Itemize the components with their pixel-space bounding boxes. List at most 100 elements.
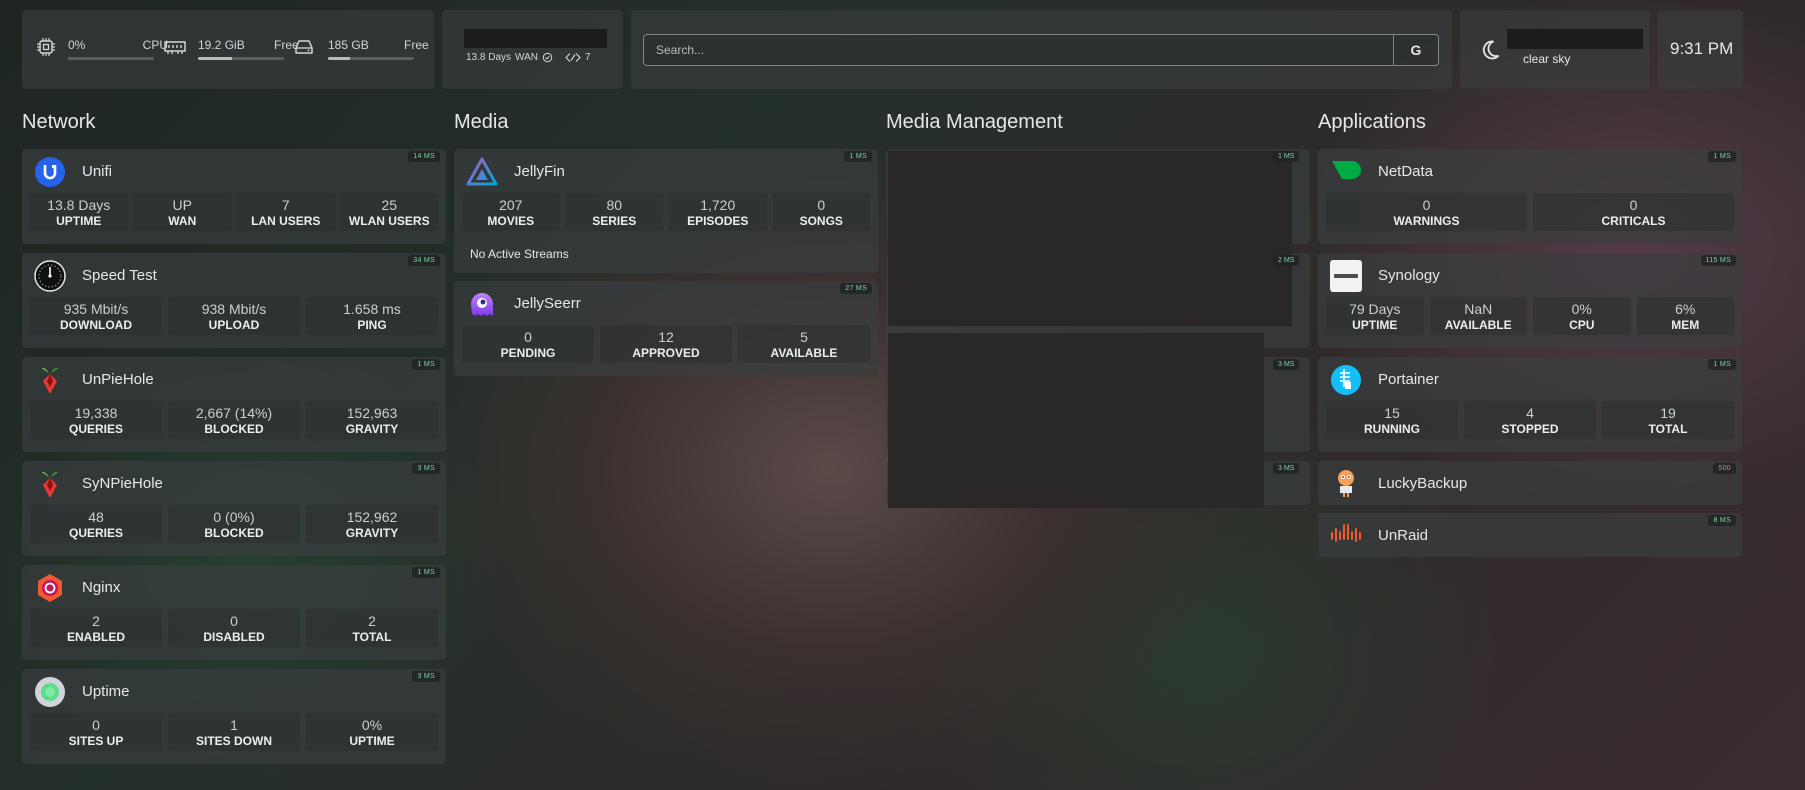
resources-widget: 0% CPU 19.2 GiB Free 185 GB Free [22, 10, 434, 89]
stat-label: DOWNLOAD [60, 318, 132, 332]
stat-block: 152,962 GRAVITY [306, 505, 438, 543]
service-card-jellyseerr[interactable]: JellySeerr 27 MS 0 PENDING 12 APPROVED 5 AV… [454, 281, 878, 376]
service-card-unifi[interactable]: Unifi 14 MS 13.8 Days UPTIME UP WAN 7 LAN U… [22, 149, 446, 244]
service-card-jellyfin[interactable]: JellyFin 1 MS 207 MOVIES 80 SERIES 1,720 EP… [454, 149, 878, 273]
stat-label: QUERIES [68, 526, 123, 540]
response-time-badge: 1 MS [1273, 151, 1300, 162]
response-time-badge: 500 [1713, 463, 1736, 474]
stat-value: 0 [524, 329, 532, 345]
service-stats: 207 MOVIES 80 SERIES 1,720 EPISODES 0 SONGS [462, 193, 870, 231]
service-card-synpiehole[interactable]: SyNPieHole 3 MS 48 QUERIES 0 (0%) BLOCKED … [22, 461, 446, 556]
search-input[interactable] [644, 35, 1396, 65]
disk-label: Free [404, 38, 429, 52]
memory-icon [164, 41, 186, 54]
stat-value: 2 [368, 613, 376, 629]
stat-value: 207 [499, 197, 523, 213]
clock-widget: 9:31 PM [1658, 10, 1743, 89]
stat-value: 4 [1526, 405, 1534, 421]
search-widget: G [631, 10, 1452, 89]
redacted-block [1507, 29, 1643, 49]
service-name: Portainer [1378, 371, 1439, 388]
speedometer-icon [34, 260, 66, 292]
service-name: Speed Test [82, 267, 157, 284]
stat-value: 0 [230, 613, 238, 629]
response-time-badge: 3 MS [1273, 463, 1300, 474]
stat-value: 0 [92, 717, 100, 733]
stat-block: 48 QUERIES [30, 505, 162, 543]
stat-label: AVAILABLE [1444, 318, 1512, 332]
stat-block: 15 RUNNING [1326, 401, 1458, 439]
stat-value: 13.8 Days [47, 197, 111, 213]
jellyfin-icon [466, 157, 498, 186]
service-card-unpiehole[interactable]: UnPieHole 1 MS 19,338 QUERIES 2,667 (14%)… [22, 357, 446, 452]
response-time-badge: 1 MS [1708, 151, 1736, 162]
service-name: SyNPieHole [82, 475, 163, 492]
memory-usage-fill [198, 57, 233, 60]
stat-block: 19 TOTAL [1602, 401, 1734, 439]
service-card-speed-test[interactable]: Speed Test 34 MS 935 Mbit/s DOWNLOAD 938 … [22, 253, 446, 348]
response-time-badge: 14 MS [408, 151, 440, 162]
stat-label: UPTIME [1352, 318, 1398, 332]
service-card-luckybackup[interactable]: LuckyBackup 500 [1318, 461, 1742, 505]
stat-block: 0 CRITICALS [1533, 193, 1734, 231]
stat-block: 1.658 ms PING [306, 297, 438, 335]
stat-block: 207 MOVIES [462, 193, 560, 231]
stat-block: 79 Days UPTIME [1326, 297, 1424, 335]
stat-label: BLOCKED [204, 526, 264, 540]
streams-status: No Active Streams [470, 247, 569, 261]
uptime-kuma-icon [35, 677, 65, 707]
response-time-badge: 1 MS [412, 567, 440, 578]
stat-label: AVAILABLE [770, 346, 838, 360]
stat-label: STOPPED [1501, 422, 1559, 436]
weather-condition: clear sky [1523, 52, 1571, 66]
service-name: LuckyBackup [1378, 475, 1468, 492]
stat-block: 13.8 Days UPTIME [30, 193, 128, 231]
stat-label: BLOCKED [204, 422, 264, 436]
nginx-proxy-manager-icon [38, 574, 62, 602]
stat-label: CPU [1569, 318, 1595, 332]
stat-block: 2 TOTAL [306, 609, 438, 647]
stat-label: SITES UP [68, 734, 124, 748]
stat-label: WAN [168, 214, 197, 228]
service-name: Nginx [82, 579, 121, 596]
clock-time: 9:31 PM [1670, 39, 1734, 58]
service-stats: 13.8 Days UPTIME UP WAN 7 LAN USERS 25 WLAN … [30, 193, 438, 231]
service-stats: 79 Days UPTIME NaN AVAILABLE 0% CPU 6% MEM [1326, 297, 1734, 335]
unifi-widget-info: 13.8 Days WAN 7 [466, 52, 591, 63]
service-card-portainer[interactable]: Portainer 1 MS 15 RUNNING 4 STOPPED 19 TOTA… [1318, 357, 1742, 452]
stat-block: 0% UPTIME [306, 713, 438, 751]
memory-resource: 19.2 GiB Free [164, 36, 299, 66]
stat-block: 0 WARNINGS [1326, 193, 1527, 231]
stat-value: 938 Mbit/s [201, 301, 267, 317]
service-card-netdata[interactable]: NetData 1 MS 0 WARNINGS 0 CRITICALS [1318, 149, 1742, 244]
service-card-synology[interactable]: Synology 115 MS 79 Days UPTIME NaN AVAILAB… [1318, 253, 1742, 348]
response-time-badge: 34 MS [408, 255, 440, 266]
stat-value: 0 [1629, 197, 1638, 213]
stat-block: 19,338 QUERIES [30, 401, 162, 439]
unifi-widget: 13.8 Days WAN 7 [442, 10, 623, 89]
stat-label: RUNNING [1364, 422, 1420, 436]
stat-block: 6% MEM [1636, 297, 1734, 335]
stat-value: 25 [381, 197, 398, 213]
stat-value: 1.658 ms [343, 301, 401, 317]
service-name: Uptime [82, 683, 130, 700]
disk-usage-bar [328, 57, 414, 60]
service-card-nginx[interactable]: Nginx 1 MS 2 ENABLED 0 DISABLED 2 TOTAL [22, 565, 446, 660]
memory-value: 19.2 GiB [198, 38, 245, 52]
stat-value: 19,338 [74, 405, 118, 421]
stat-block: 1,720 EPISODES [669, 193, 767, 231]
stat-label: PENDING [500, 346, 556, 360]
search-provider-button[interactable]: G [1393, 35, 1438, 65]
memory-usage-bar [198, 57, 284, 60]
redacted-block [888, 151, 1292, 326]
service-card-uptime[interactable]: Uptime 3 MS 0 SITES UP 1 SITES DOWN 0% UPTI… [22, 669, 446, 764]
service-name: NetData [1378, 163, 1434, 180]
pihole-icon [42, 472, 58, 498]
response-time-badge: 1 MS [412, 359, 440, 370]
stat-label: WLAN USERS [348, 214, 430, 228]
section-title-network: Network [22, 111, 96, 133]
stat-block: 935 Mbit/s DOWNLOAD [30, 297, 162, 335]
disk-value: 185 GB [328, 38, 369, 52]
service-card-unraid[interactable]: UnRaid 8 MS [1318, 513, 1742, 557]
stat-block: NaN AVAILABLE [1429, 297, 1527, 335]
